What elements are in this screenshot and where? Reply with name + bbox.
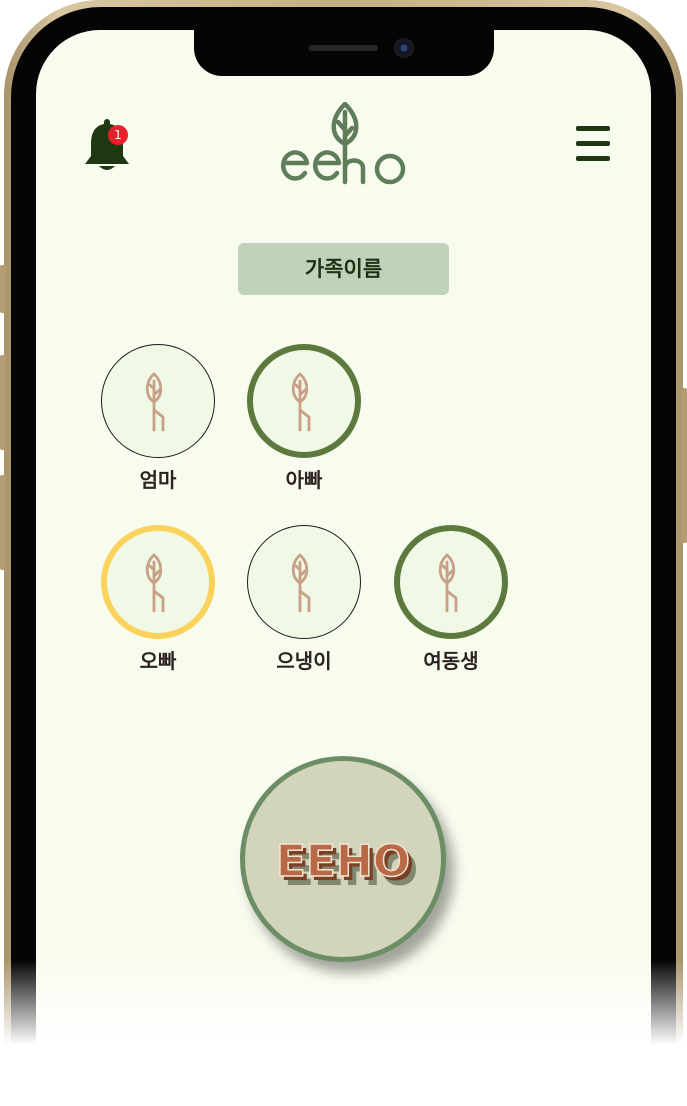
member-name: 오빠 [139,649,177,673]
member-avatar[interactable] [101,525,215,639]
member-younger-sister[interactable]: 여동생 [391,525,511,674]
sprout-icon [145,372,165,432]
side-button [0,355,6,450]
member-avatar[interactable] [247,525,361,639]
sprout-icon [291,372,311,432]
eeho-button-label: EEHO EEHO EEHO [275,835,418,896]
speaker-grille [308,45,378,51]
family-name-label: 가족이름 [238,243,449,295]
notch [194,30,494,76]
member-name: 엄마 [139,468,177,492]
member-name: 아빠 [285,468,323,492]
member-name: 으냉이 [276,649,332,673]
front-camera [394,38,414,58]
eeho-logo [280,102,406,185]
app-screen: 1 가족이름 엄마 아빠 오빠 으냉이 여동생 EEHO EEHO EEHO [36,30,651,1106]
sprout-icon [145,553,165,613]
member-pet[interactable]: 으냉이 [244,525,364,674]
sprout-icon [438,553,458,613]
side-button [0,265,6,313]
member-mom[interactable]: 엄마 [98,344,218,493]
member-avatar[interactable] [394,525,508,639]
eeho-button[interactable]: EEHO EEHO EEHO [240,756,446,962]
side-button [681,388,687,543]
notification-badge: 1 [108,125,128,145]
bottom-fade [0,960,687,1106]
member-avatar[interactable] [101,344,215,458]
member-avatar[interactable] [247,344,361,458]
hamburger-menu-icon[interactable] [576,126,610,162]
member-name: 여동생 [423,649,479,673]
sprout-icon [291,553,311,613]
member-dad[interactable]: 아빠 [244,344,364,493]
eeho-label-text: EEHO [276,836,410,887]
side-button [0,475,6,570]
member-older-brother[interactable]: 오빠 [98,525,218,674]
